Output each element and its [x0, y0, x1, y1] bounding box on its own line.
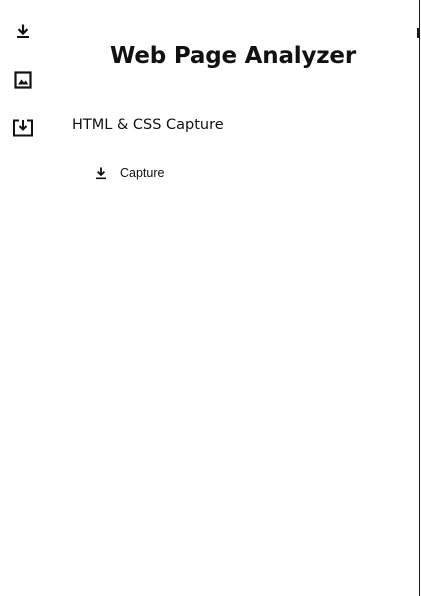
app-window: Web Page Analyzer HTML & CSS Capture Cap… [0, 0, 421, 596]
rail-image-button[interactable] [11, 68, 35, 92]
rail-download-button[interactable] [11, 19, 35, 43]
capture-button-label: Capture [120, 166, 165, 180]
download-icon [15, 23, 31, 39]
icon-rail [0, 0, 46, 596]
section-title: HTML & CSS Capture [72, 117, 224, 133]
page-title: Web Page Analyzer [110, 43, 356, 69]
download-icon [94, 166, 108, 180]
window-edge-marker [417, 28, 419, 38]
image-icon [14, 71, 32, 89]
save-to-device-icon [12, 119, 34, 137]
window-edge-divider [419, 0, 420, 596]
rail-save-button[interactable] [11, 116, 35, 140]
capture-button[interactable]: Capture [88, 160, 170, 186]
